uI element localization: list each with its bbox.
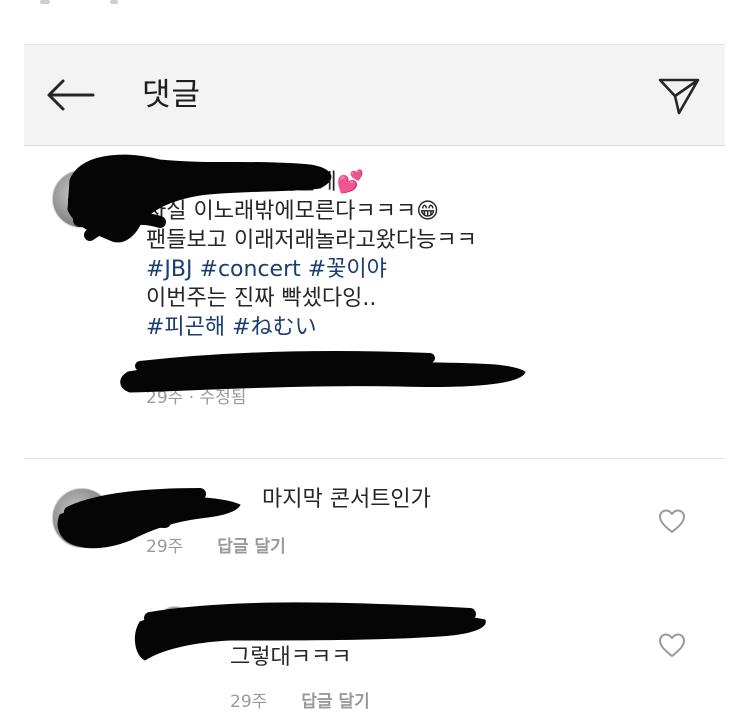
- hashtag-link[interactable]: #concert: [200, 257, 301, 282]
- reply-button[interactable]: 답글 달기: [301, 692, 369, 712]
- hashtag-link[interactable]: #JBJ: [146, 257, 193, 282]
- status-bar-remnant: [40, 0, 130, 10]
- reply-meta: 29주 답글 달기: [230, 687, 370, 712]
- comments-screen: 댓글 덕분에💕 사실 이노래밖에모른다ㅋㅋㅋ😁 팬들보고 이래저래놀라고왔다능ㅋ…: [0, 0, 749, 719]
- send-button[interactable]: [655, 75, 703, 117]
- comment-meta: 29주 답글 달기: [146, 532, 286, 557]
- like-button[interactable]: [658, 632, 686, 658]
- author-avatar[interactable]: [52, 170, 110, 228]
- caption-meta: 29주 · 수정됨: [146, 388, 247, 408]
- hashtag-link[interactable]: #피곤해: [146, 315, 225, 340]
- paper-plane-icon: [658, 78, 700, 115]
- caption-hashtags-1: #JBJ #concert #꽃이야: [146, 255, 706, 284]
- divider: [24, 458, 725, 459]
- reply-text: 그렇대ㅋㅋㅋ: [230, 645, 352, 670]
- caption-line-3: 팬들보고 이래저래놀라고왔다능ㅋㅋ: [146, 228, 477, 253]
- caption-line-4: 이번주는 진짜 빡셌다잉..: [146, 286, 377, 311]
- post-caption: 덕분에💕 사실 이노래밖에모른다ㅋㅋㅋ😁 팬들보고 이래저래놀라고왔다능ㅋㅋ #…: [146, 168, 706, 408]
- caption-edited: 수정됨: [199, 388, 247, 408]
- like-button[interactable]: [658, 508, 686, 534]
- reply-button[interactable]: 답글 달기: [217, 537, 285, 557]
- page-title: 댓글: [142, 77, 202, 113]
- hashtag-link[interactable]: #ねむい: [232, 315, 316, 340]
- caption-line-1: 덕분에💕: [276, 170, 365, 195]
- comments-header: 댓글: [24, 44, 725, 146]
- heart-icon: [659, 633, 685, 657]
- comment-text: 마지막 콘서트인가: [262, 487, 431, 512]
- heart-icon: [659, 509, 685, 533]
- reply-time: 29주: [230, 692, 268, 712]
- comment-time: 29주: [146, 537, 184, 557]
- caption-line-2: 사실 이노래밖에모른다ㅋㅋㅋ😁: [146, 199, 440, 224]
- arrow-left-icon: [47, 79, 95, 111]
- hashtag-link[interactable]: #꽃이야: [308, 257, 387, 282]
- commenter-avatar[interactable]: [52, 488, 112, 548]
- caption-time: 29주: [146, 388, 184, 408]
- back-button[interactable]: [44, 75, 96, 115]
- caption-line-hidden: [146, 342, 706, 371]
- replier-avatar[interactable]: [156, 606, 194, 644]
- caption-hashtags-2: #피곤해 #ねむい: [146, 313, 706, 342]
